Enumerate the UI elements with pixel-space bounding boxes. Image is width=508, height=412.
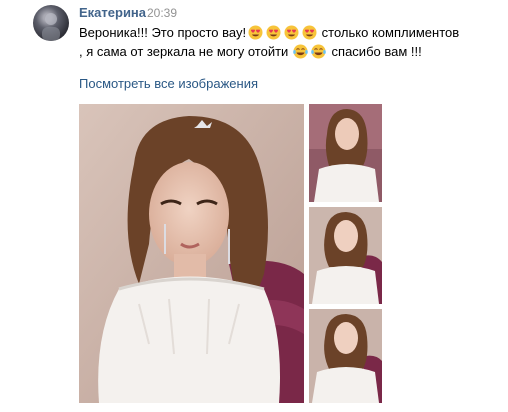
heart-eyes-emoji-icon xyxy=(302,25,317,40)
see-all-images-link[interactable]: Посмотреть все изображения xyxy=(79,76,258,91)
post-time[interactable]: 20:39 xyxy=(147,6,177,20)
message-text-part: , я сама от зеркала не могу отойти xyxy=(79,44,292,59)
bride-thumb-3[interactable] xyxy=(309,309,382,403)
message-text-part: столько комплиментов xyxy=(318,25,460,40)
author-name-link[interactable]: Екатерина xyxy=(79,5,146,20)
message-text-part: спасибо вам !!! xyxy=(327,44,422,59)
bride-thumb-2[interactable] xyxy=(309,207,382,304)
bride-portrait-photo[interactable] xyxy=(79,104,304,403)
user-avatar[interactable] xyxy=(33,5,69,41)
message-text-part: Вероника!!! Это просто вау! xyxy=(79,25,247,40)
heart-eyes-emoji-icon xyxy=(266,25,281,40)
tears-of-joy-emoji-icon xyxy=(293,44,309,59)
heart-eyes-emoji-icon xyxy=(248,25,263,40)
message-text: Вероника!!! Это просто вау! столько комп… xyxy=(79,23,499,61)
bride-thumb-1[interactable] xyxy=(309,104,382,202)
heart-eyes-emoji-group xyxy=(246,25,318,40)
heart-eyes-emoji-icon xyxy=(284,25,299,40)
tears-of-joy-emoji-icon xyxy=(311,44,327,59)
tears-of-joy-emoji-group xyxy=(292,44,328,59)
